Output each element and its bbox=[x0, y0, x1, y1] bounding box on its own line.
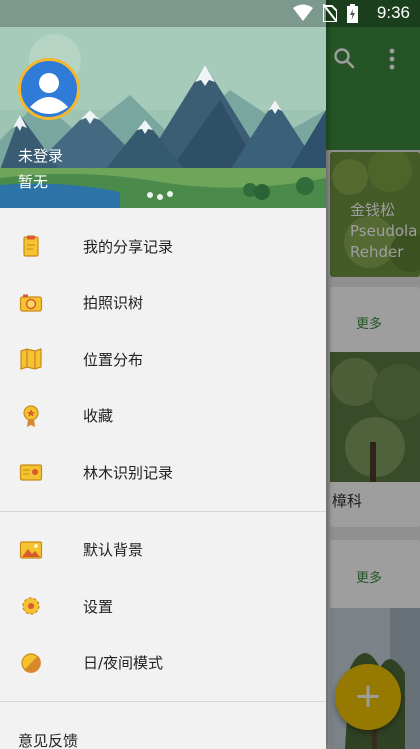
menu-item-settings[interactable]: 设置 bbox=[0, 578, 326, 635]
menu-item-share-records[interactable]: 我的分享记录 bbox=[0, 218, 326, 275]
clipboard-icon bbox=[19, 234, 43, 258]
menu-item-day-night[interactable]: 日/夜间模式 bbox=[0, 635, 326, 692]
avatar[interactable] bbox=[18, 58, 80, 120]
status-time: 9:36 bbox=[376, 3, 410, 22]
menu-label: 拍照识树 bbox=[83, 294, 144, 313]
drawer-header: 未登录 暂无 bbox=[0, 0, 326, 208]
wifi-icon bbox=[293, 4, 313, 27]
map-icon bbox=[19, 347, 43, 371]
user-subtitle: 暂无 bbox=[18, 173, 49, 191]
menu-item-photo-identify[interactable]: 拍照识树 bbox=[0, 275, 326, 332]
camera-icon bbox=[19, 291, 43, 315]
menu-label: 我的分享记录 bbox=[83, 237, 174, 256]
person-icon bbox=[30, 73, 68, 114]
menu-label: 林木识别记录 bbox=[83, 463, 174, 482]
menu-label: 位置分布 bbox=[83, 350, 144, 369]
menu-item-default-background[interactable]: 默认背景 bbox=[0, 522, 326, 579]
menu-label: 默认背景 bbox=[83, 541, 144, 560]
user-name[interactable]: 未登录 bbox=[18, 145, 63, 166]
menu-item-feedback[interactable]: 意见反馈 bbox=[0, 702, 326, 749]
medal-icon bbox=[19, 404, 43, 428]
battery-icon bbox=[347, 4, 358, 27]
menu-item-identify-records[interactable]: 林木识别记录 bbox=[0, 444, 326, 501]
menu-item-favorites[interactable]: 收藏 bbox=[0, 388, 326, 445]
drawer-menu: 我的分享记录 拍照识树 位置分布 收藏 林木识别记录 默认背景 设置 日/夜间模… bbox=[0, 208, 326, 749]
no-sim-icon bbox=[322, 3, 338, 27]
navigation-drawer: 未登录 暂无 我的分享记录 拍照识树 位置分布 收藏 林木识别记录 默认背景 设… bbox=[0, 0, 326, 749]
image-icon bbox=[19, 538, 43, 562]
menu-label: 日/夜间模式 bbox=[83, 654, 164, 673]
id-card-icon bbox=[19, 460, 43, 484]
menu-item-location[interactable]: 位置分布 bbox=[0, 331, 326, 388]
gear-icon bbox=[19, 594, 43, 618]
menu-label: 收藏 bbox=[83, 407, 114, 426]
moon-icon bbox=[19, 651, 43, 675]
menu-label: 设置 bbox=[83, 597, 114, 616]
status-bar: 9:36 bbox=[0, 0, 420, 27]
feedback-label: 意见反馈 bbox=[18, 732, 79, 749]
